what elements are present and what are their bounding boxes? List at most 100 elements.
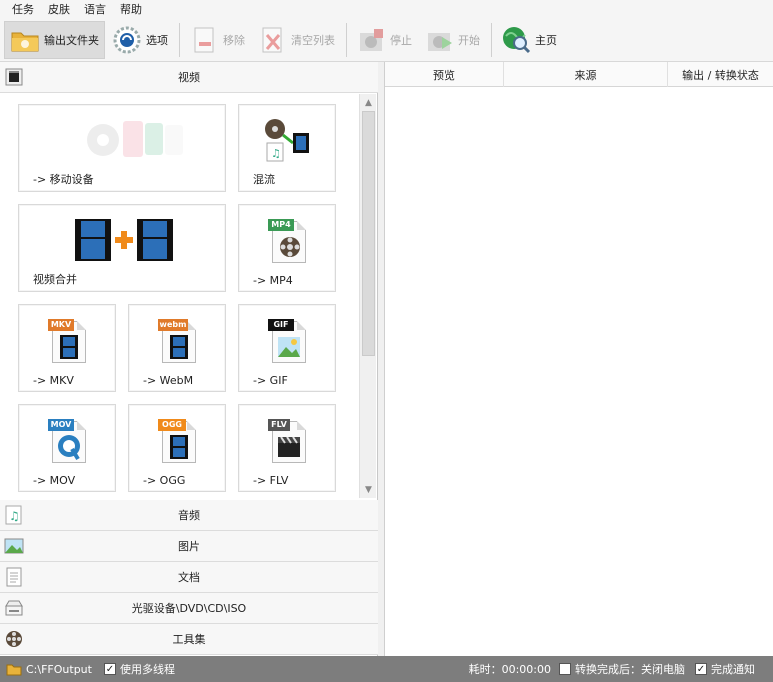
- globe-search-icon: [501, 25, 531, 55]
- toolbar-divider: [346, 22, 347, 57]
- flv-file-icon: FLV: [266, 417, 310, 465]
- tile-label: -> OGG: [143, 474, 186, 487]
- toolbar-divider: [491, 22, 492, 57]
- tile-label: 视频合并: [33, 273, 77, 286]
- home-button[interactable]: 主页: [496, 21, 562, 59]
- format-badge: webm: [158, 319, 188, 331]
- tile-mp4[interactable]: MP4 -> MP4: [238, 204, 336, 292]
- notify-checkbox[interactable]: ✓: [695, 663, 707, 675]
- gear-icon: [112, 25, 142, 55]
- start-label: 开始: [458, 33, 480, 47]
- mov-file-icon: MOV: [46, 417, 90, 465]
- stop-button[interactable]: 停止: [351, 21, 417, 59]
- elapsed-time: 耗时：00:00:00: [468, 663, 551, 676]
- task-list-panel: 预览 来源 输出 / 转换状态: [384, 62, 773, 656]
- options-label: 选项: [146, 33, 168, 47]
- output-path[interactable]: C:\FFOutput: [26, 663, 92, 676]
- category-video[interactable]: 视频: [0, 62, 378, 93]
- tile-label: 混流: [253, 173, 275, 186]
- multithread-label: 使用多线程: [119, 663, 175, 676]
- scroll-up-arrow-icon[interactable]: ▲: [361, 95, 376, 110]
- scroll-thumb[interactable]: [362, 111, 375, 356]
- clear-list-label: 清空列表: [291, 33, 335, 47]
- folder-icon[interactable]: [6, 662, 22, 676]
- status-bar: C:\FFOutput ✓ 使用多线程 耗时：00:00:00 转换完成后：关闭…: [0, 656, 773, 682]
- start-button[interactable]: 开始: [419, 21, 485, 59]
- start-icon: [424, 25, 454, 55]
- mux-icon: ♫: [263, 117, 313, 167]
- mobile-device-icon: [81, 115, 191, 165]
- category-picture[interactable]: 图片: [0, 531, 378, 562]
- column-preview[interactable]: 预览: [385, 62, 504, 87]
- column-output-status[interactable]: 输出 / 转换状态: [668, 62, 773, 87]
- film-clapper-icon: [4, 67, 24, 87]
- tile-label: -> MKV: [33, 374, 74, 387]
- tile-label: -> MP4: [253, 274, 293, 287]
- shutdown-checkbox[interactable]: [559, 663, 571, 675]
- mkv-file-icon: MKV: [46, 317, 90, 365]
- menu-skin[interactable]: 皮肤: [48, 1, 70, 17]
- tile-mobile-device[interactable]: -> 移动设备: [18, 104, 226, 192]
- task-table-header: 预览 来源 输出 / 转换状态: [385, 62, 773, 87]
- category-document[interactable]: 文档: [0, 562, 378, 593]
- menu-help[interactable]: 帮助: [120, 1, 142, 17]
- options-button[interactable]: 选项: [107, 21, 173, 59]
- video-join-icon: [73, 217, 175, 263]
- tile-mux[interactable]: ♫ 混流: [238, 104, 336, 192]
- scroll-down-arrow-icon[interactable]: ▼: [361, 482, 376, 497]
- format-badge: MP4: [268, 219, 294, 231]
- tile-mov[interactable]: MOV -> MOV: [18, 404, 116, 492]
- notify-label: 完成通知: [711, 663, 755, 676]
- stop-label: 停止: [390, 33, 412, 47]
- format-badge: MOV: [48, 419, 74, 431]
- tile-gif[interactable]: GIF -> GIF: [238, 304, 336, 392]
- remove-label: 移除: [223, 33, 245, 47]
- tile-scrollbar[interactable]: ▲ ▼: [359, 94, 376, 498]
- category-document-label: 文档: [178, 571, 200, 584]
- clear-list-button[interactable]: 清空列表: [252, 21, 340, 59]
- category-audio[interactable]: ♫ 音频: [0, 500, 378, 531]
- film-reel-icon: [4, 629, 24, 649]
- tile-webm[interactable]: webm -> WebM: [128, 304, 226, 392]
- category-audio-label: 音频: [178, 509, 200, 522]
- tile-ogg[interactable]: OGG -> OGG: [128, 404, 226, 492]
- tile-label: -> FLV: [253, 474, 289, 487]
- stop-icon: [356, 25, 386, 55]
- video-tile-grid: -> 移动设备 ♫ 混流 视频合并 MP4 -> MP4 MKV -> MKV …: [0, 94, 358, 494]
- tile-label: -> MOV: [33, 474, 76, 487]
- music-note-icon: ♫: [4, 505, 24, 525]
- optical-drive-icon: [4, 598, 24, 618]
- format-badge: MKV: [48, 319, 74, 331]
- tile-mkv[interactable]: MKV -> MKV: [18, 304, 116, 392]
- remove-icon: [189, 25, 219, 55]
- svg-text:♫: ♫: [271, 147, 281, 160]
- menu-task[interactable]: 任务: [12, 1, 34, 17]
- tile-label: -> WebM: [143, 374, 194, 387]
- ogg-file-icon: OGG: [156, 417, 200, 465]
- category-picture-label: 图片: [178, 540, 200, 553]
- multithread-checkbox[interactable]: ✓: [103, 663, 116, 675]
- toolbar-divider: [179, 22, 180, 57]
- after-convert-label: 转换完成后：关闭电脑: [575, 663, 685, 676]
- tile-video-join[interactable]: 视频合并: [18, 204, 226, 292]
- svg-text:♫: ♫: [9, 509, 20, 523]
- category-tools[interactable]: 工具集: [0, 624, 378, 655]
- category-rom-label: 光驱设备\DVD\CD\ISO: [131, 602, 247, 615]
- tile-flv[interactable]: FLV -> FLV: [238, 404, 336, 492]
- webm-file-icon: webm: [156, 317, 200, 365]
- format-badge: FLV: [268, 419, 290, 431]
- category-tools-label: 工具集: [172, 633, 206, 646]
- picture-icon: [4, 536, 24, 556]
- category-rom-device[interactable]: 光驱设备\DVD\CD\ISO: [0, 593, 378, 624]
- column-source[interactable]: 来源: [504, 62, 668, 87]
- output-folder-button[interactable]: 输出文件夹: [4, 20, 105, 59]
- gif-file-icon: GIF: [266, 317, 310, 365]
- remove-button[interactable]: 移除: [184, 21, 250, 59]
- category-panel: 视频 -> 移动设备 ♫ 混流 视频合并 MP4 -> MP4 MKV -> M…: [0, 62, 378, 656]
- output-folder-label: 输出文件夹: [44, 33, 99, 47]
- format-badge: GIF: [268, 319, 294, 331]
- mp4-file-icon: MP4: [266, 217, 310, 265]
- tile-label: -> GIF: [253, 374, 288, 387]
- folder-icon: [10, 25, 40, 55]
- menu-language[interactable]: 语言: [84, 1, 106, 17]
